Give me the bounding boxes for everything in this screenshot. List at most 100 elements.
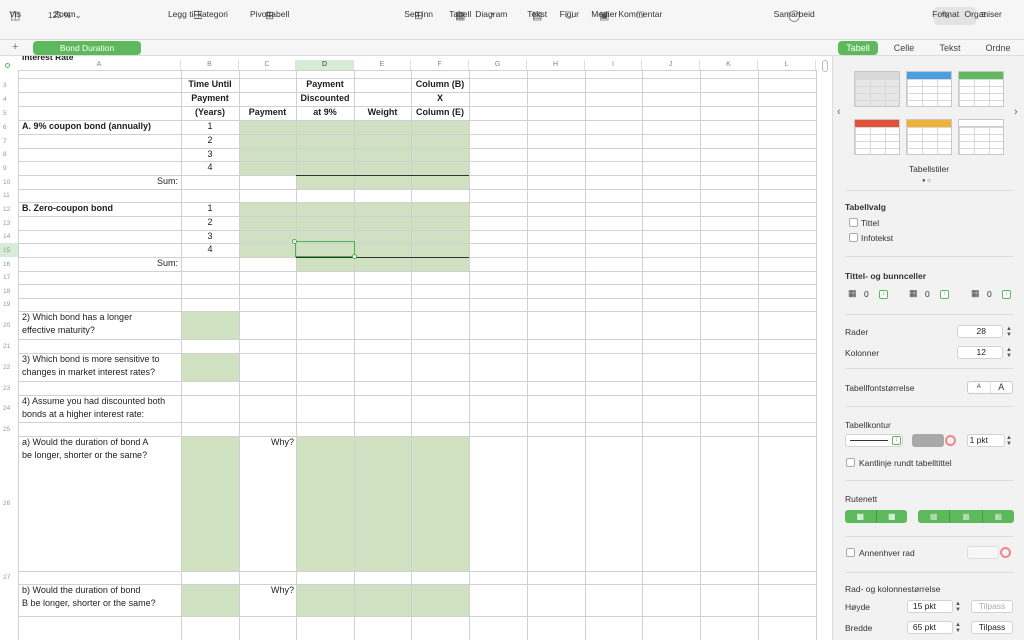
- selection-handle[interactable]: [352, 254, 357, 259]
- cell-b13[interactable]: 2: [181, 216, 239, 229]
- row-header[interactable]: 7: [0, 134, 18, 148]
- outline-style-select[interactable]: ↕: [845, 434, 903, 447]
- row-header[interactable]: 16: [0, 257, 18, 271]
- why-label-2[interactable]: Why?: [239, 584, 294, 597]
- row-header[interactable]: 12: [0, 202, 18, 216]
- column-header-l[interactable]: L: [758, 60, 816, 70]
- table-style-orange[interactable]: [906, 119, 952, 155]
- insert-button[interactable]: ⊞ Sett inn: [404, 7, 433, 23]
- answer-3[interactable]: [181, 353, 239, 381]
- why-label-1[interactable]: Why?: [239, 436, 294, 449]
- grid-footer-icon[interactable]: ▦: [981, 510, 1014, 523]
- row-header[interactable]: 24: [0, 395, 18, 422]
- cell-a6[interactable]: A. 9% coupon bond (annually): [22, 120, 151, 133]
- column-header-k[interactable]: K: [700, 60, 758, 70]
- comment-button[interactable]: □ Kommentar: [618, 7, 662, 23]
- grid-header-row-icon[interactable]: ▦: [918, 510, 949, 523]
- alternate-row-checkbox[interactable]: [846, 548, 855, 557]
- cell-b12[interactable]: 1: [181, 202, 239, 215]
- row-header[interactable]: 3: [0, 78, 18, 92]
- view-button[interactable]: ◫ Vis: [9, 7, 21, 23]
- why-4b[interactable]: [296, 584, 469, 616]
- outline-width-stepper[interactable]: ▲ ▼: [1005, 434, 1013, 447]
- height-stepper[interactable]: ▲ ▼: [954, 600, 962, 613]
- row-header[interactable]: 20: [0, 311, 18, 339]
- cell-b5[interactable]: (Years): [181, 106, 239, 119]
- spreadsheet-canvas[interactable]: Interest Rate A B C D E F G H I J K L 3 …: [0, 56, 828, 640]
- row-header[interactable]: 15: [0, 243, 18, 257]
- cell-b3[interactable]: Time Until: [181, 78, 239, 91]
- width-stepper[interactable]: ▲ ▼: [954, 621, 962, 634]
- row-header[interactable]: 17: [0, 271, 18, 284]
- tab-text[interactable]: Tekst: [932, 41, 968, 55]
- format-button[interactable]: ✎ Format: [932, 7, 959, 23]
- column-header-e[interactable]: E: [354, 60, 411, 70]
- cell-d4[interactable]: Discounted: [296, 92, 354, 105]
- column-header-c[interactable]: C: [239, 60, 296, 70]
- shape-button[interactable]: □ Figur: [560, 7, 579, 23]
- cell-f3[interactable]: Column (B): [411, 78, 469, 91]
- row-header[interactable]: 4: [0, 92, 18, 106]
- text-button[interactable]: ▤ Tekst: [527, 7, 547, 23]
- media-button[interactable]: ▣ Medier: [591, 7, 617, 23]
- chart-button[interactable]: ◔ Diagram: [475, 7, 507, 23]
- row-header[interactable]: 11: [0, 189, 18, 202]
- cell-c5[interactable]: Payment: [239, 106, 296, 119]
- table-button[interactable]: ▦ Tabell: [449, 7, 471, 23]
- chevron-right-icon[interactable]: ›: [1014, 106, 1018, 118]
- cell-b8[interactable]: 3: [181, 148, 239, 161]
- cell-b14[interactable]: 3: [181, 230, 239, 243]
- collaborate-button[interactable]: ◯ Samarbeid: [774, 7, 815, 23]
- cell-b7[interactable]: 2: [181, 134, 239, 147]
- column-header-d[interactable]: D: [296, 60, 354, 70]
- question-4-line1[interactable]: 4) Assume you had discounted both: [22, 395, 165, 408]
- cell-f4[interactable]: X: [411, 92, 469, 105]
- table-style-red[interactable]: [854, 119, 900, 155]
- table-select-handle[interactable]: [5, 63, 10, 68]
- cell-f5[interactable]: Column (E): [411, 106, 469, 119]
- question-3-line2[interactable]: changes in market interest rates?: [22, 366, 155, 379]
- sum-area-b[interactable]: [296, 257, 469, 271]
- caption-checkbox[interactable]: [849, 233, 858, 242]
- fit-height-button[interactable]: Tilpass: [971, 600, 1013, 613]
- answer-4a[interactable]: [181, 436, 239, 571]
- table-style-plain[interactable]: [958, 119, 1004, 155]
- row-header[interactable]: 5: [0, 106, 18, 120]
- row-header[interactable]: 8: [0, 148, 18, 161]
- cell-b6[interactable]: 1: [181, 120, 239, 133]
- header-rows-stepper[interactable]: ↕: [879, 290, 888, 299]
- tab-arrange[interactable]: Ordne: [980, 41, 1016, 55]
- cell-a10[interactable]: Sum:: [120, 175, 178, 188]
- color-wheel-icon[interactable]: [945, 435, 956, 446]
- row-header[interactable]: 22: [0, 353, 18, 381]
- font-size-control[interactable]: A A: [967, 381, 1013, 394]
- column-header-f[interactable]: F: [411, 60, 469, 70]
- question-2-line1[interactable]: 2) Which bond has a longer: [22, 311, 132, 324]
- selected-cell-d15[interactable]: [295, 241, 355, 257]
- row-header[interactable]: 18: [0, 284, 18, 298]
- cell-a16[interactable]: Sum:: [120, 257, 178, 270]
- horizontal-scroll-handle[interactable]: [822, 60, 828, 72]
- pivot-table-button[interactable]: ⊞ Pivottabell: [250, 7, 289, 23]
- color-wheel-icon[interactable]: [1000, 547, 1011, 558]
- table-style-gray[interactable]: [854, 71, 900, 107]
- question-4a-line1[interactable]: a) Would the duration of bond A: [22, 436, 148, 449]
- selection-handle[interactable]: [292, 239, 297, 244]
- cell-d3[interactable]: Payment: [296, 78, 354, 91]
- outline-color-well[interactable]: [912, 434, 944, 447]
- grid-inner-vertical-icon[interactable]: ▦: [875, 510, 908, 523]
- chevron-left-icon[interactable]: ‹: [837, 106, 841, 118]
- column-header-g[interactable]: G: [469, 60, 527, 70]
- table-style-green[interactable]: [958, 71, 1004, 107]
- question-4-line2[interactable]: bonds at a higher interest rate:: [22, 408, 144, 421]
- font-larger-button[interactable]: A: [989, 382, 1013, 393]
- cell-a12[interactable]: B. Zero-coupon bond: [22, 202, 113, 215]
- row-header[interactable]: 13: [0, 216, 18, 230]
- grid-header-col-icon[interactable]: ▦: [949, 510, 981, 523]
- tab-cell[interactable]: Celle: [886, 41, 922, 55]
- footer-rows-stepper[interactable]: ↕: [1002, 290, 1011, 299]
- question-4a-line2[interactable]: be longer, shorter or the same?: [22, 449, 147, 462]
- cell-d5[interactable]: at 9%: [296, 106, 354, 119]
- answer-2[interactable]: [181, 311, 239, 339]
- cell-b15[interactable]: 4: [181, 243, 239, 256]
